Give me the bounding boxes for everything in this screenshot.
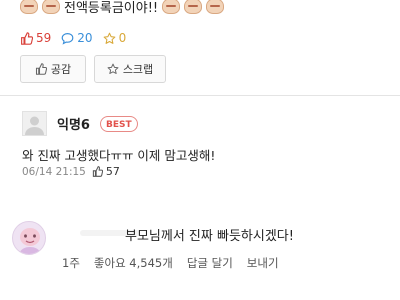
comment-stat: 20 [61,31,93,45]
emoji-face-icon [162,0,181,14]
thumbs-up-icon [21,31,33,45]
like-stat: 59 [20,31,51,45]
emoji-face-icon [42,0,60,14]
scrap-count: 0 [118,31,127,45]
star-icon [107,63,119,74]
emoji-face-icon [184,0,203,14]
speech-bubble-icon [61,32,74,45]
comment-like-count: 57 [105,165,120,178]
section-divider [0,95,400,96]
post-text: 전액등록금이야!! [64,0,159,16]
reply-button[interactable]: 답글 달기 [187,255,233,271]
comment-meta: 06/14 21:15 57 [22,165,120,178]
send-button[interactable]: 보내기 [247,255,279,271]
like-button[interactable]: 공감 [20,55,86,83]
post-text-partial: 전액등록금이야!! [20,0,225,16]
reply-likes-link[interactable]: 좋아요 4,545개 [94,255,173,271]
star-icon [103,32,115,44]
scrap-button[interactable]: 스크랩 [94,55,166,83]
reply-time: 1주 [62,256,80,270]
like-button-label: 공감 [50,63,72,76]
comment-count: 20 [77,31,93,45]
comment-like-button[interactable]: 57 [92,165,120,178]
reply-text: 부모님께서 진짜 빠듯하시겠다! [125,229,294,244]
scrap-button-label: 스크랩 [122,63,154,76]
reply-actions: 1주 좋아요 4,545개 답글 달기 보내기 [62,255,279,271]
comment-author[interactable]: 익명6 [57,114,90,133]
default-avatar-icon[interactable] [22,111,47,136]
emoji-face-icon [20,0,38,14]
profile-avatar-icon[interactable] [12,221,46,255]
like-count: 59 [36,31,52,45]
comment-timestamp: 06/14 21:15 [22,165,86,178]
thumbs-up-icon [35,63,47,75]
thumbs-up-icon [92,166,103,177]
scrap-stat: 0 [103,31,127,45]
post-stats: 59 20 0 [20,31,126,45]
emoji-face-icon [206,0,225,14]
comment-text: 와 진짜 고생했다ㅠㅠ 이제 맘고생해! [22,148,216,163]
best-badge: BEST [100,116,138,132]
